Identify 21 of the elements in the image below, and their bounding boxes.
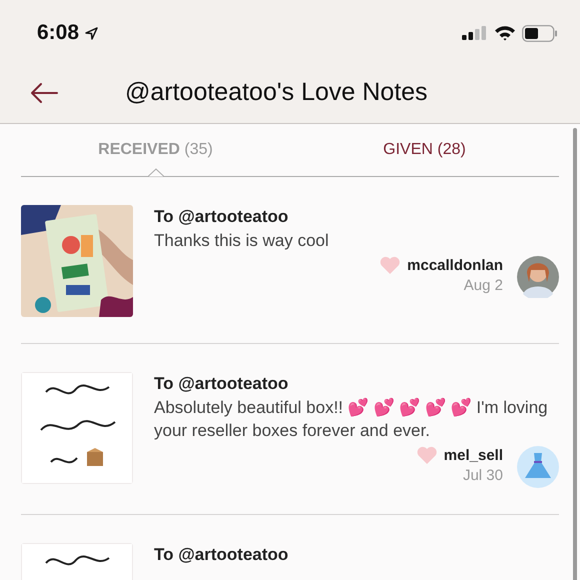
battery-icon	[522, 24, 558, 42]
recipient-label: To @artooteatoo	[154, 545, 290, 565]
tab[interactable]: GIVEN (28)	[290, 124, 559, 176]
note-message: Absolutely beautiful box!! 💕 💕 💕 💕 💕 I'm loving your reseller boxes forever and ever.	[154, 396, 549, 442]
heart-icon[interactable]	[379, 256, 402, 275]
status-time: 6:08	[37, 21, 80, 45]
avatar[interactable]	[517, 256, 559, 298]
sender-username[interactable]: mel_sell	[444, 447, 503, 464]
page-title: @artooteatoo's Love Notes	[125, 78, 428, 107]
signal-icon	[462, 26, 488, 40]
scrollbar[interactable]	[573, 128, 577, 580]
heart-icon[interactable]	[416, 446, 438, 465]
recipient-label: To @artooteatoo	[154, 374, 290, 394]
note-date: Aug 2	[464, 277, 503, 294]
note-message: Thanks this is way cool	[154, 230, 330, 252]
sender-username[interactable]: mccalldonlan	[407, 257, 503, 274]
location-arrow-icon	[85, 26, 98, 40]
wifi-icon	[494, 25, 516, 41]
recipient-label: To @artooteatoo	[154, 207, 290, 227]
avatar[interactable]	[517, 446, 559, 488]
note-date: Jul 30	[462, 467, 503, 484]
